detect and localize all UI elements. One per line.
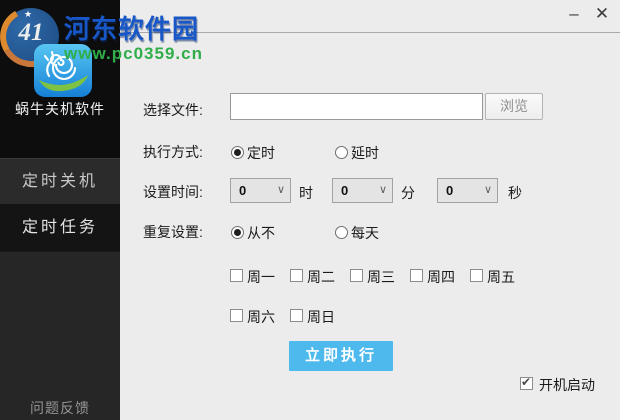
checkbox-monday[interactable] (230, 269, 243, 282)
sidebar-item-timed-shutdown[interactable]: 定时关机 (0, 158, 120, 205)
minute-unit-label: 分 (401, 185, 415, 201)
second-value: 0 (446, 183, 454, 198)
app-window: 蜗牛关机软件 定时关机 定时任务 问题反馈 – ✕ 选择文件: 浏览 执行方式:… (0, 0, 620, 420)
watermark-site-url: www.pc0359.cn (64, 44, 203, 63)
checkbox-monday-label[interactable]: 周一 (247, 267, 275, 287)
radio-never[interactable] (231, 226, 244, 239)
logo-text: 41 (18, 19, 44, 46)
autostart-checkbox[interactable]: ✔ (520, 375, 533, 390)
checkbox-friday[interactable] (470, 269, 483, 282)
minute-value: 0 (341, 183, 349, 198)
hour-select[interactable]: 0 ∨ (230, 178, 291, 203)
radio-everyday[interactable] (335, 226, 348, 239)
file-path-input[interactable] (230, 93, 483, 120)
check-icon: ✔ (521, 375, 532, 389)
chevron-down-icon: ∨ (276, 184, 285, 196)
autostart-label[interactable]: 开机启动 (539, 375, 595, 395)
minimize-icon[interactable]: – (563, 1, 585, 27)
checkbox-tuesday[interactable] (290, 269, 303, 282)
checkbox-thursday[interactable] (410, 269, 423, 282)
radio-delayed-label[interactable]: 延时 (351, 143, 379, 163)
checkbox-sunday[interactable] (290, 309, 303, 322)
mode-label: 执行方式: (143, 144, 203, 160)
close-icon[interactable]: ✕ (590, 1, 614, 27)
second-select[interactable]: 0 ∨ (437, 178, 498, 203)
radio-everyday-label[interactable]: 每天 (351, 223, 379, 243)
time-label: 设置时间: (143, 184, 203, 200)
checkbox-wednesday[interactable] (350, 269, 363, 282)
file-label: 选择文件: (143, 102, 203, 118)
checkbox-wednesday-label[interactable]: 周三 (367, 267, 395, 287)
sidebar-item-feedback[interactable]: 问题反馈 (0, 398, 120, 418)
sidebar-item-timed-task[interactable]: 定时任务 (0, 204, 120, 252)
minute-select[interactable]: 0 ∨ (332, 178, 393, 203)
checkbox-tuesday-label[interactable]: 周二 (307, 267, 335, 287)
checkbox-thursday-label[interactable]: 周四 (427, 267, 455, 287)
checkbox-friday-label[interactable]: 周五 (487, 267, 515, 287)
execute-now-button[interactable]: 立即执行 (289, 341, 393, 371)
radio-delayed[interactable] (335, 146, 348, 159)
hour-value: 0 (239, 183, 247, 198)
radio-timed[interactable] (231, 146, 244, 159)
browse-button[interactable]: 浏览 (485, 93, 543, 120)
watermark-site-name: 河东软件园 (64, 14, 200, 44)
app-name: 蜗牛关机软件 (15, 101, 105, 117)
radio-never-label[interactable]: 从不 (247, 223, 275, 243)
hour-unit-label: 时 (299, 185, 313, 201)
radio-timed-label[interactable]: 定时 (247, 143, 275, 163)
repeat-label: 重复设置: (143, 224, 203, 240)
checkbox-sunday-label[interactable]: 周日 (307, 307, 335, 327)
second-unit-label: 秒 (508, 185, 522, 201)
chevron-down-icon: ∨ (378, 184, 387, 196)
chevron-down-icon: ∨ (483, 184, 492, 196)
checkbox-saturday-label[interactable]: 周六 (247, 307, 275, 327)
checkbox-saturday[interactable] (230, 309, 243, 322)
